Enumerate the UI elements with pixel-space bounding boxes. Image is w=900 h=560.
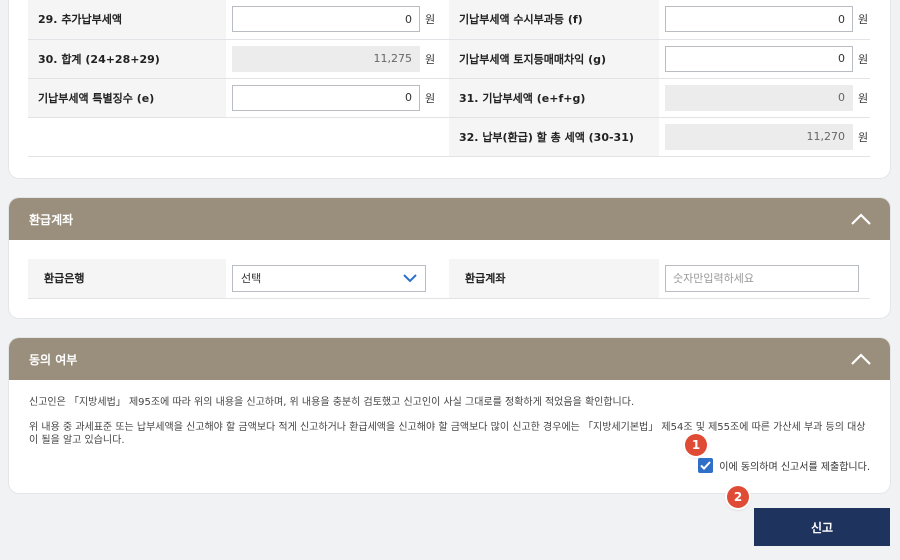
- checkmark-icon: [700, 461, 712, 470]
- field-label: 32. 납부(환급) 할 총 세액 (30-31): [449, 117, 659, 157]
- prepaid-occasional-input[interactable]: 0: [665, 6, 853, 33]
- payable-total-readonly-field: 11,270: [665, 123, 853, 150]
- tax-summary-card: 29. 추가납부세액 0 원 기납부세액 수시부과등 (f) 0 원 30. 합…: [9, 0, 890, 178]
- submit-button[interactable]: 신고: [754, 508, 890, 546]
- consent-paragraph: 신고인은 「지방세법」 제95조에 따라 위의 내용을 신고하며, 위 내용을 …: [29, 397, 635, 408]
- unit-label: 원: [858, 130, 869, 144]
- field-label: 30. 합계 (24+28+29): [28, 39, 226, 79]
- unit-label: 원: [858, 52, 869, 66]
- tax-summary-table: 29. 추가납부세액 0 원 기납부세액 수시부과등 (f) 0 원 30. 합…: [28, 0, 870, 157]
- prepaid-land-sale-input[interactable]: 0: [665, 45, 853, 72]
- unit-label: 원: [858, 13, 869, 27]
- unit-label: 원: [425, 52, 436, 66]
- consent-paragraph: 위 내용 중 과세표준 또는 납부세액을 신고해야 할 금액보다 적게 신고하거…: [29, 422, 866, 446]
- unit-label: 원: [425, 91, 436, 105]
- table-row: 32. 납부(환급) 할 총 세액 (30-31) 11,270 원: [28, 117, 870, 157]
- step-badge: 2: [727, 486, 749, 508]
- section-title: 환급계좌: [29, 212, 74, 227]
- table-row: 환급은행 선택 환급계좌 숫자만입력하세요: [28, 259, 870, 299]
- step-badge: 1: [685, 434, 707, 456]
- total-readonly-field: 11,275: [232, 45, 420, 72]
- table-row: 29. 추가납부세액 0 원 기납부세액 수시부과등 (f) 0 원: [28, 0, 870, 40]
- field-label: 29. 추가납부세액: [28, 0, 226, 40]
- field-label: 기납부세액 수시부과등 (f): [449, 0, 659, 40]
- chevron-up-icon[interactable]: [850, 352, 872, 366]
- additional-tax-input[interactable]: 0: [232, 6, 420, 33]
- field-label: 환급은행: [28, 259, 226, 299]
- table-row: 기납부세액 특별징수 (e) 0 원 31. 기납부세액 (e+f+g) 0 원: [28, 78, 870, 118]
- consent-card: 동의 여부 신고인은 「지방세법」 제95조에 따라 위의 내용을 신고하며, …: [9, 338, 890, 493]
- agree-row[interactable]: 이에 동의하며 신고서를 제출합니다.: [698, 458, 870, 473]
- prepaid-special-collection-input[interactable]: 0: [232, 84, 420, 111]
- agree-checkbox[interactable]: [698, 458, 714, 473]
- field-label: 기납부세액 특별징수 (e): [28, 78, 226, 118]
- field-label: 기납부세액 토지등매매차익 (g): [449, 39, 659, 79]
- unit-label: 원: [858, 91, 869, 105]
- field-label: 환급계좌: [449, 259, 659, 299]
- consent-text: 신고인은 「지방세법」 제95조에 따라 위의 내용을 신고하며, 위 내용을 …: [9, 380, 890, 447]
- consent-section-header[interactable]: 동의 여부: [9, 338, 890, 380]
- refund-section-header[interactable]: 환급계좌: [9, 198, 890, 240]
- refund-bank-select[interactable]: 선택: [232, 264, 426, 292]
- refund-account-input[interactable]: 숫자만입력하세요: [665, 264, 859, 292]
- section-title: 동의 여부: [29, 352, 78, 367]
- table-row: 30. 합계 (24+28+29) 11,275 원 기납부세액 토지등매매차익…: [28, 39, 870, 79]
- prepaid-total-readonly-field: 0: [665, 84, 853, 111]
- refund-table: 환급은행 선택 환급계좌 숫자만입력하세요: [28, 259, 870, 299]
- chevron-down-icon: [403, 274, 417, 283]
- unit-label: 원: [425, 13, 436, 27]
- field-label: 31. 기납부세액 (e+f+g): [449, 78, 659, 118]
- chevron-up-icon[interactable]: [850, 212, 872, 226]
- selected-value: 선택: [241, 272, 262, 286]
- agree-label[interactable]: 이에 동의하며 신고서를 제출합니다.: [719, 458, 870, 473]
- refund-account-card: 환급계좌 환급은행 선택 환급계좌 숫자만입력하세요: [9, 198, 890, 318]
